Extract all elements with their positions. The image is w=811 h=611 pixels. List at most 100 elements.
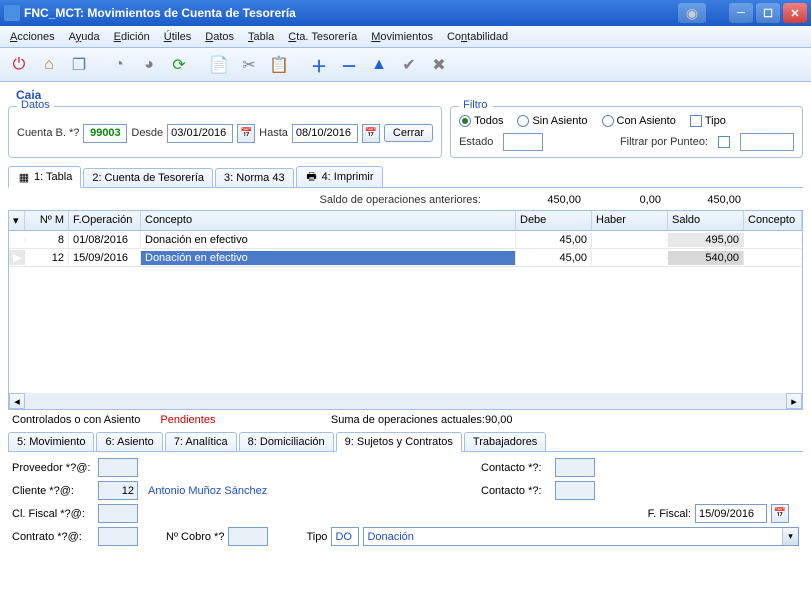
- col-saldo[interactable]: Saldo: [668, 211, 744, 230]
- ffiscal-label: F. Fiscal:: [648, 508, 691, 520]
- refresh-icon[interactable]: ⟳: [166, 52, 192, 78]
- toolbar: ⏻ ⌂ ❐ ◔ ◕ ⟳ 📄 ✂ 📋 ＋ － ▲ ✔ ✖: [0, 48, 811, 82]
- table-body[interactable]: 8 01/08/2016 Donación en efectivo 45,00 …: [9, 231, 802, 393]
- table-hscroll[interactable]: ◂ ▸: [9, 393, 802, 409]
- radio-sin-asiento[interactable]: Sin Asiento: [517, 115, 587, 127]
- tab-asiento[interactable]: 6: Asiento: [96, 432, 162, 451]
- tipo-combo[interactable]: Donación ▾: [363, 527, 799, 546]
- tab-movimiento[interactable]: 5: Movimiento: [8, 432, 94, 451]
- power-icon[interactable]: ⏻: [6, 52, 32, 78]
- col-marker[interactable]: ▾: [9, 211, 25, 230]
- menu-edicion[interactable]: Edición: [108, 29, 156, 45]
- titlebar: FNC_MCT: Movimientos de Cuenta de Tesore…: [0, 0, 811, 26]
- col-haber[interactable]: Haber: [592, 211, 668, 230]
- clfiscal-input[interactable]: [98, 504, 138, 523]
- tipo-code-input[interactable]: [331, 527, 359, 546]
- menu-datos[interactable]: Datos: [199, 29, 240, 45]
- paste-icon[interactable]: 📋: [266, 52, 292, 78]
- tab-tabla[interactable]: ▦1: Tabla: [8, 166, 81, 188]
- tab-trabajadores[interactable]: Trabajadores: [464, 432, 546, 451]
- contacto1-input[interactable]: [555, 458, 595, 477]
- contacto2-input[interactable]: [555, 481, 595, 500]
- app-icon: [4, 5, 20, 21]
- suma-actual-value: 90,00: [485, 414, 585, 426]
- hasta-calendar-icon[interactable]: 📅: [362, 124, 380, 143]
- cut-icon[interactable]: ✂: [236, 52, 262, 78]
- desde-input[interactable]: [167, 124, 233, 143]
- menu-acciones[interactable]: Acciones: [4, 29, 61, 45]
- menu-cta-tesoreria[interactable]: Cta. Tesorería: [282, 29, 363, 45]
- tab-cuenta-tesoreria[interactable]: 2: Cuenta de Tesorería: [83, 168, 213, 187]
- proveedor-input[interactable]: [98, 458, 138, 477]
- contacto1-label: Contacto *?:: [481, 462, 551, 474]
- confirm-icon[interactable]: ✔: [396, 52, 422, 78]
- close-button[interactable]: ✕: [783, 3, 807, 23]
- tab-norma43[interactable]: 3: Norma 43: [215, 168, 294, 187]
- desde-label: Desde: [131, 127, 163, 139]
- home-icon[interactable]: ⌂: [36, 52, 62, 78]
- desde-calendar-icon[interactable]: 📅: [237, 124, 255, 143]
- table-row[interactable]: 8 01/08/2016 Donación en efectivo 45,00 …: [9, 231, 802, 249]
- check-tipo[interactable]: Tipo: [690, 115, 726, 127]
- filtrar-punteo-label: Filtrar por Punteo:: [620, 136, 708, 148]
- summary-anterior: Saldo de operaciones anteriores: 450,00 …: [8, 188, 803, 210]
- up-icon[interactable]: ▲: [366, 52, 392, 78]
- menubar: Acciones Ayuda Edición Útiles Datos Tabl…: [0, 26, 811, 48]
- tab-imprimir[interactable]: 🖶4: Imprimir: [296, 166, 383, 187]
- summary-anterior-v1: 450,00: [481, 194, 581, 206]
- col-debe[interactable]: Debe: [516, 211, 592, 230]
- clfiscal-label: Cl. Fiscal *?@:: [12, 508, 94, 520]
- menu-contabilidad[interactable]: Contabilidad: [441, 29, 514, 45]
- contrato-input[interactable]: [98, 527, 138, 546]
- ncobro-input[interactable]: [228, 527, 268, 546]
- menu-ayuda[interactable]: Ayuda: [63, 29, 106, 45]
- bottom-tabs: 5: Movimiento 6: Asiento 7: Analítica 8:…: [8, 432, 803, 452]
- tipo-combo-text: Donación: [364, 531, 782, 543]
- tab-sujetos-contratos[interactable]: 9: Sujetos y Contratos: [336, 432, 462, 452]
- col-concepto2[interactable]: Concepto: [744, 211, 802, 230]
- copy-icon[interactable]: 📄: [206, 52, 232, 78]
- pendientes-label: Pendientes: [160, 414, 215, 426]
- minimize-button[interactable]: ─: [729, 3, 753, 23]
- maximize-button[interactable]: ☐: [756, 3, 780, 23]
- cancel-icon[interactable]: ✖: [426, 52, 452, 78]
- datos-legend: Datos: [17, 99, 54, 111]
- radio-con-asiento[interactable]: Con Asiento: [602, 115, 676, 127]
- cuenta-input[interactable]: [83, 124, 127, 143]
- disk1-icon[interactable]: ◔: [106, 52, 132, 78]
- cliente-input[interactable]: [98, 481, 138, 500]
- summary-anterior-v2: 0,00: [581, 194, 661, 206]
- ffiscal-input[interactable]: [695, 504, 767, 523]
- contrato-label: Contrato *?@:: [12, 531, 94, 543]
- add-icon[interactable]: ＋: [306, 52, 332, 78]
- ffiscal-calendar-icon[interactable]: 📅: [771, 504, 789, 523]
- col-concepto[interactable]: Concepto: [141, 211, 516, 230]
- tab-domiciliacion[interactable]: 8: Domiciliación: [239, 432, 334, 451]
- estado-input[interactable]: [503, 133, 543, 151]
- menu-movimientos[interactable]: Movimientos: [365, 29, 439, 45]
- ncobro-label: Nº Cobro *?: [166, 531, 224, 543]
- windows-icon[interactable]: ❐: [66, 52, 92, 78]
- titlebar-ornament: [678, 3, 706, 23]
- col-foperacion[interactable]: F.Operación: [69, 211, 141, 230]
- hasta-input[interactable]: [292, 124, 358, 143]
- table-header: ▾ Nº M F.Operación Concepto Debe Haber S…: [9, 211, 802, 231]
- filtro-legend: Filtro: [459, 99, 491, 111]
- cliente-name: Antonio Muñoz Sánchez: [142, 485, 267, 497]
- menu-tabla[interactable]: Tabla: [242, 29, 280, 45]
- cerrar-button[interactable]: Cerrar: [384, 124, 433, 142]
- punteo-checkbox[interactable]: [718, 136, 730, 148]
- scroll-left-icon[interactable]: ◂: [9, 393, 25, 409]
- punteo-input[interactable]: [740, 133, 794, 151]
- disk2-icon[interactable]: ◕: [136, 52, 162, 78]
- hasta-label: Hasta: [259, 127, 288, 139]
- col-num[interactable]: Nº M: [25, 211, 69, 230]
- table-row[interactable]: ▶ 12 15/09/2016 Donación en efectivo 45,…: [9, 249, 802, 267]
- datos-fieldset: Datos Cuenta B. *? Desde 📅 Hasta 📅 Cerra…: [8, 106, 442, 158]
- menu-utiles[interactable]: Útiles: [158, 29, 198, 45]
- radio-todos[interactable]: Todos: [459, 115, 503, 127]
- tab-analitica[interactable]: 7: Analítica: [165, 432, 237, 451]
- summary-actual: Controlados o con Asiento Pendientes Sum…: [8, 410, 803, 430]
- remove-icon[interactable]: －: [336, 52, 362, 78]
- scroll-right-icon[interactable]: ▸: [786, 393, 802, 409]
